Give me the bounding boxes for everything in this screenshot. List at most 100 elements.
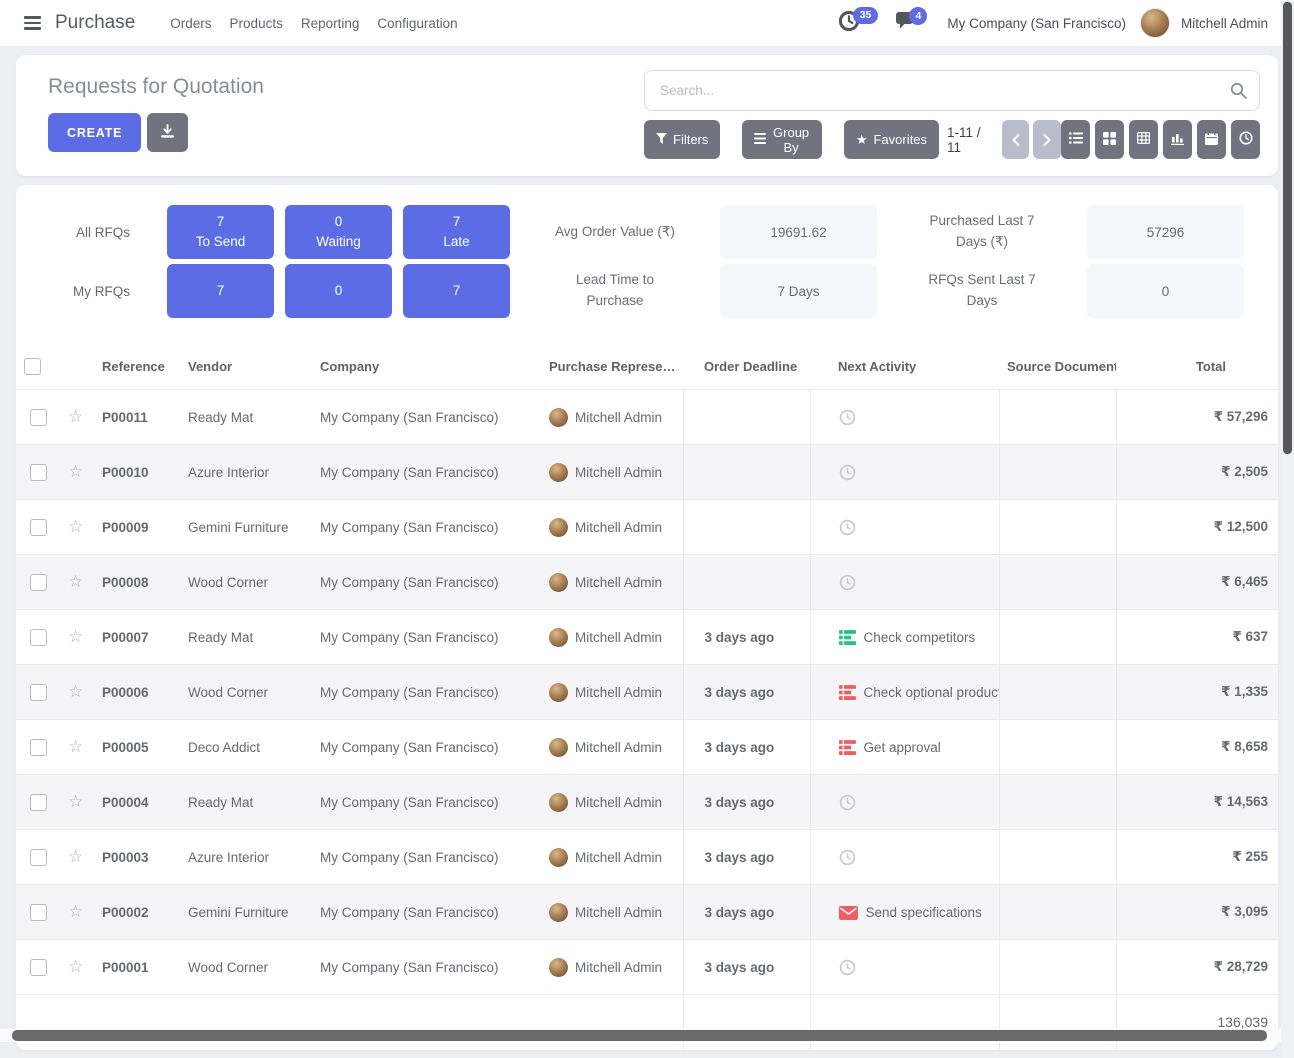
tasks-icon[interactable]: [839, 685, 856, 700]
app-brand[interactable]: Purchase: [55, 12, 135, 34]
horizontal-scrollbar[interactable]: [0, 1029, 1281, 1042]
row-checkbox[interactable]: [30, 409, 47, 426]
favorite-star-icon[interactable]: ☆: [68, 737, 83, 756]
header-reference[interactable]: Reference: [94, 344, 180, 390]
kanban-view-button[interactable]: [1095, 120, 1124, 159]
horizontal-scrollbar-thumb[interactable]: [12, 1030, 1267, 1041]
row-checkbox[interactable]: [30, 464, 47, 481]
activity-clock-icon[interactable]: [839, 519, 856, 536]
row-checkbox[interactable]: [30, 574, 47, 591]
table-row[interactable]: ☆ P00009 Gemini Furniture My Company (Sa…: [16, 500, 1278, 555]
row-checkbox[interactable]: [30, 629, 47, 646]
favorite-star-icon[interactable]: ☆: [68, 627, 83, 646]
table-row[interactable]: ☆ P00011 Ready Mat My Company (San Franc…: [16, 390, 1278, 445]
table-row[interactable]: ☆ P00003 Azure Interior My Company (San …: [16, 830, 1278, 885]
favorite-star-icon[interactable]: ☆: [68, 847, 83, 866]
menu-item-orders[interactable]: Orders: [161, 10, 220, 37]
activity-clock-icon[interactable]: [839, 464, 856, 481]
row-company: My Company (San Francisco): [312, 885, 541, 940]
activity-view-button[interactable]: [1231, 120, 1260, 159]
vertical-scrollbar-thumb[interactable]: [1283, 2, 1292, 454]
menu-item-configuration[interactable]: Configuration: [368, 10, 466, 37]
row-representative: Mitchell Admin: [541, 500, 683, 555]
user-name[interactable]: Mitchell Admin: [1181, 16, 1268, 31]
favorite-star-icon[interactable]: ☆: [68, 792, 83, 811]
user-avatar[interactable]: [1140, 8, 1170, 38]
to-send-button[interactable]: 7 To Send: [167, 205, 274, 259]
table-row[interactable]: ☆ P00006 Wood Corner My Company (San Fra…: [16, 665, 1278, 720]
row-checkbox[interactable]: [30, 519, 47, 536]
table-row[interactable]: ☆ P00004 Ready Mat My Company (San Franc…: [16, 775, 1278, 830]
pager-next-button[interactable]: [1033, 120, 1061, 159]
row-source-document: [999, 445, 1116, 500]
filters-button[interactable]: Filters: [644, 120, 720, 159]
all-rfqs-label[interactable]: All RFQs: [16, 205, 156, 259]
export-button[interactable]: [147, 113, 188, 152]
late-button[interactable]: 7 Late: [403, 205, 510, 259]
row-checkbox[interactable]: [30, 684, 47, 701]
favorite-star-icon[interactable]: ☆: [68, 902, 83, 921]
group-by-button[interactable]: Group By: [742, 120, 821, 159]
row-reference: P00002: [94, 885, 180, 940]
menu-item-products[interactable]: Products: [221, 10, 292, 37]
my-rfqs-label[interactable]: My RFQs: [16, 264, 156, 318]
favorite-star-icon[interactable]: ☆: [68, 462, 83, 481]
pivot-view-button[interactable]: [1129, 120, 1158, 159]
select-all-checkbox[interactable]: [24, 358, 41, 375]
pager-previous-button[interactable]: [1002, 120, 1030, 159]
search-icon[interactable]: [1230, 82, 1247, 104]
activity-clock-icon[interactable]: [839, 794, 856, 811]
menu-toggle-icon[interactable]: [24, 16, 41, 30]
my-to-send-button[interactable]: 7: [167, 264, 274, 318]
activity-clock-icon[interactable]: [839, 959, 856, 976]
graph-view-button[interactable]: [1163, 120, 1192, 159]
favorite-star-icon[interactable]: ☆: [68, 957, 83, 976]
header-vendor[interactable]: Vendor: [180, 344, 312, 390]
table-row[interactable]: ☆ P00010 Azure Interior My Company (San …: [16, 445, 1278, 500]
favorites-button[interactable]: ★ Favorites: [844, 120, 939, 159]
favorite-star-icon[interactable]: ☆: [68, 407, 83, 426]
header-total[interactable]: Total: [1116, 344, 1278, 390]
header-company[interactable]: Company: [312, 344, 541, 390]
activity-clock-icon[interactable]: [839, 574, 856, 591]
messages-button[interactable]: 4: [894, 11, 927, 36]
my-waiting-button[interactable]: 0: [285, 264, 392, 318]
header-order-deadline[interactable]: Order Deadline: [683, 344, 810, 390]
waiting-button[interactable]: 0 Waiting: [285, 205, 392, 259]
row-order-deadline: 3 days ago: [683, 665, 810, 720]
row-checkbox[interactable]: [30, 739, 47, 756]
row-order-deadline: 3 days ago: [683, 610, 810, 665]
vertical-scrollbar[interactable]: [1281, 0, 1294, 1058]
favorite-star-icon[interactable]: ☆: [68, 517, 83, 536]
activity-clock-icon[interactable]: [839, 849, 856, 866]
search-input[interactable]: [644, 70, 1260, 111]
tasks-icon[interactable]: [839, 740, 856, 755]
envelope-icon[interactable]: [839, 906, 858, 920]
search-box: [644, 70, 1260, 111]
activities-button[interactable]: 35: [838, 10, 879, 37]
activity-clock-icon[interactable]: [839, 409, 856, 426]
list-view-button[interactable]: [1061, 120, 1090, 159]
header-source-document[interactable]: Source Document: [999, 344, 1116, 390]
favorite-star-icon[interactable]: ☆: [68, 682, 83, 701]
my-late-button[interactable]: 7: [403, 264, 510, 318]
calendar-view-button[interactable]: [1197, 120, 1226, 159]
table-row[interactable]: ☆ P00001 Wood Corner My Company (San Fra…: [16, 940, 1278, 995]
table-row[interactable]: ☆ P00007 Ready Mat My Company (San Franc…: [16, 610, 1278, 665]
row-checkbox[interactable]: [30, 794, 47, 811]
tasks-icon[interactable]: [839, 630, 856, 645]
table-row[interactable]: ☆ P00005 Deco Addict My Company (San Fra…: [16, 720, 1278, 775]
favorite-star-icon[interactable]: ☆: [68, 572, 83, 591]
row-checkbox[interactable]: [30, 904, 47, 921]
company-switcher[interactable]: My Company (San Francisco): [947, 16, 1126, 31]
menu-item-reporting[interactable]: Reporting: [292, 10, 369, 37]
rfq-table-body: ☆ P00011 Ready Mat My Company (San Franc…: [16, 390, 1278, 995]
representative-avatar: [549, 848, 568, 867]
header-next-activity[interactable]: Next Activity: [810, 344, 999, 390]
table-row[interactable]: ☆ P00008 Wood Corner My Company (San Fra…: [16, 555, 1278, 610]
row-checkbox[interactable]: [30, 959, 47, 976]
header-purchase-representative[interactable]: Purchase Represe…: [541, 344, 683, 390]
create-button[interactable]: CREATE: [48, 113, 141, 152]
row-checkbox[interactable]: [30, 849, 47, 866]
table-row[interactable]: ☆ P00002 Gemini Furniture My Company (Sa…: [16, 885, 1278, 940]
